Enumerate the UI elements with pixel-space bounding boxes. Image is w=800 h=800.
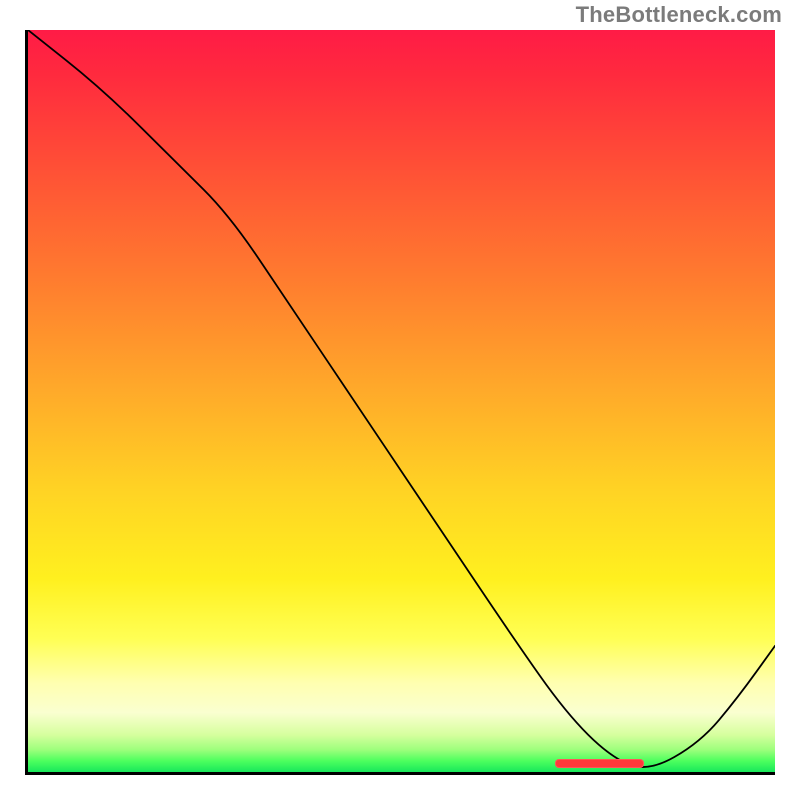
attribution-text: TheBottleneck.com (576, 2, 782, 28)
chart-container: TheBottleneck.com (0, 0, 800, 800)
plot-area (25, 30, 775, 775)
optimal-range-label (555, 759, 645, 768)
optimal-range-marker (555, 759, 645, 768)
bottleneck-curve (28, 30, 775, 772)
